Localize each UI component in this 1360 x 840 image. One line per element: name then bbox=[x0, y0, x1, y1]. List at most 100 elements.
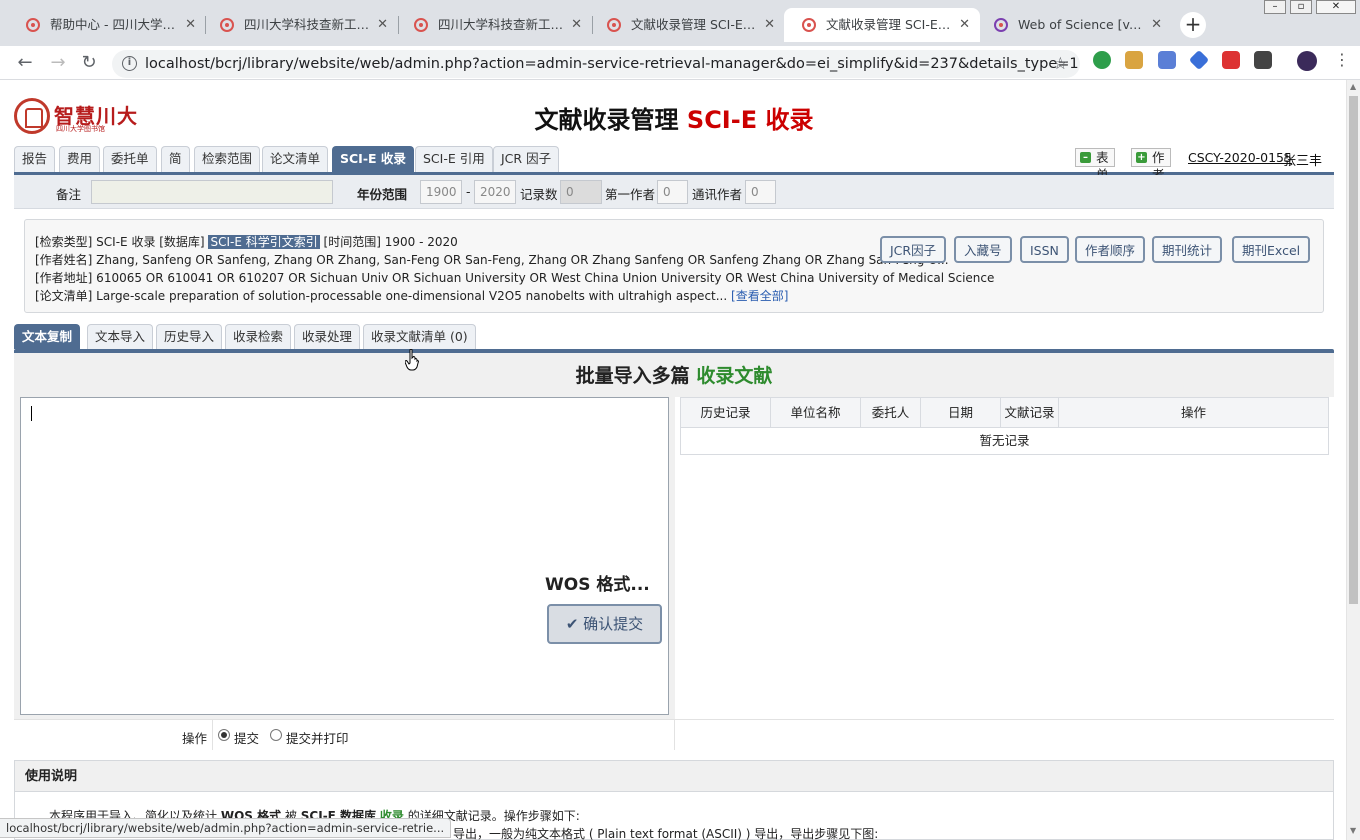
corresponding-author-input[interactable]: 0 bbox=[745, 180, 776, 204]
forward-icon[interactable]: → bbox=[47, 52, 69, 74]
first-author-input[interactable]: 0 bbox=[657, 180, 688, 204]
journal-excel-button[interactable]: 期刊Excel bbox=[1232, 236, 1311, 263]
tab-text-import[interactable]: 文本导入 bbox=[87, 324, 154, 349]
tab-text-copy[interactable]: 文本复制 bbox=[14, 324, 81, 349]
filter-bar: 备注 年份范围 1900 - 2020 记录数 0 第一作者 0 通讯作者 0 bbox=[14, 175, 1334, 209]
note-label: 备注 bbox=[56, 187, 82, 202]
form-button[interactable]: –表单 bbox=[1075, 148, 1115, 182]
note-input[interactable] bbox=[91, 180, 333, 204]
page-title: 文献收录管理 SCI-E 收录 bbox=[534, 106, 814, 134]
extension-icon[interactable] bbox=[1125, 51, 1143, 69]
close-tab-icon[interactable]: ✕ bbox=[571, 8, 582, 42]
tab-brief[interactable]: 简 bbox=[161, 146, 190, 172]
page-scrollbar[interactable]: ▲ ▼ bbox=[1346, 80, 1360, 840]
user-name: 张三丰 bbox=[1283, 154, 1323, 169]
evernote-extension-icon[interactable] bbox=[1093, 51, 1111, 69]
tab-inclusion-search[interactable]: 收录检索 bbox=[225, 324, 292, 349]
tab-jcr-factor[interactable]: JCR 因子 bbox=[493, 146, 560, 172]
back-icon[interactable]: ← bbox=[14, 52, 36, 74]
format-hint: WOS 格式... bbox=[545, 575, 650, 595]
info-icon[interactable]: i bbox=[122, 56, 137, 71]
tab-scie-citation[interactable]: SCI-E 引用 bbox=[415, 146, 493, 172]
close-tab-icon[interactable]: ✕ bbox=[959, 8, 970, 42]
browser-tab[interactable]: Web of Science [v.5.35] ✕ bbox=[976, 8, 1172, 42]
site-favicon-icon bbox=[26, 18, 40, 32]
submit-radio[interactable] bbox=[218, 729, 230, 741]
author-button[interactable]: +作者 bbox=[1131, 148, 1171, 182]
usage-line-2: 导出，一般为纯文本格式 ( Plain text format (ASCII) … bbox=[453, 827, 879, 840]
wos-favicon-icon bbox=[994, 18, 1008, 32]
year-to-input[interactable]: 2020 bbox=[474, 180, 516, 204]
tab-search-scope[interactable]: 检索范围 bbox=[194, 146, 261, 172]
panel-title: 批量导入多篇 收录文献 bbox=[575, 365, 773, 387]
tab-history-import[interactable]: 历史导入 bbox=[156, 324, 223, 349]
close-tab-icon[interactable]: ✕ bbox=[377, 8, 388, 42]
site-favicon-icon bbox=[607, 18, 621, 32]
new-tab-button[interactable]: + bbox=[1180, 12, 1206, 38]
profile-avatar[interactable] bbox=[1297, 51, 1317, 71]
scrollbar-thumb[interactable] bbox=[1349, 96, 1358, 604]
browser-tab[interactable]: 帮助中心 - 四川大学科技 ✕ bbox=[8, 8, 206, 42]
record-count-label: 记录数 bbox=[520, 187, 558, 202]
tab-commission[interactable]: 委托单 bbox=[103, 146, 157, 172]
year-from-input[interactable]: 1900 bbox=[420, 180, 462, 204]
tab-fees[interactable]: 费用 bbox=[59, 146, 101, 172]
calendar-extension-icon[interactable] bbox=[1158, 51, 1176, 69]
submit-radio-label[interactable]: 提交 bbox=[234, 728, 259, 747]
tab-report[interactable]: 报告 bbox=[14, 146, 56, 172]
accession-number-button[interactable]: 入藏号 bbox=[954, 236, 1012, 263]
case-code-link[interactable]: CSCY-2020-0155 bbox=[1188, 150, 1292, 165]
text-caret bbox=[31, 406, 32, 421]
site-favicon-icon bbox=[802, 18, 816, 32]
confirm-submit-button[interactable]: ✔ 确认提交 bbox=[547, 604, 662, 644]
col-date: 日期 bbox=[921, 398, 1001, 428]
view-all-link[interactable]: [查看全部] bbox=[731, 289, 788, 303]
usage-title: 使用说明 bbox=[15, 761, 1333, 792]
browser-tab[interactable]: 四川大学科技查新工作站 ✕ bbox=[202, 8, 398, 42]
tab-scie-inclusion[interactable]: SCI-E 收录 bbox=[332, 146, 414, 172]
journal-stats-button[interactable]: 期刊统计 bbox=[1152, 236, 1223, 263]
col-actions: 操作 bbox=[1180, 405, 1206, 420]
scroll-up-icon[interactable]: ▲ bbox=[1350, 82, 1356, 91]
bookmark-star-icon[interactable]: ☆ bbox=[1053, 54, 1068, 74]
url-text: localhost/bcrj/library/website/web/admin… bbox=[145, 56, 1079, 72]
close-tab-icon[interactable]: ✕ bbox=[764, 8, 775, 42]
info-line-papers: [论文清单] Large-scale preparation of soluti… bbox=[35, 289, 789, 303]
close-window-button[interactable]: ✕ bbox=[1316, 0, 1356, 14]
issn-button[interactable]: ISSN bbox=[1020, 236, 1069, 263]
tab-inclusion-process[interactable]: 收录处理 bbox=[294, 324, 361, 349]
col-unit: 单位名称 bbox=[771, 398, 861, 428]
minimize-button[interactable]: – bbox=[1264, 0, 1286, 14]
tab-paper-list[interactable]: 论文清单 bbox=[262, 146, 329, 172]
browser-tab-active[interactable]: 文献收录管理 SCI-E 收录 ✕ bbox=[784, 8, 980, 42]
author-order-button[interactable]: 作者顺序 bbox=[1075, 236, 1146, 263]
info-line-type: [检索类型] SCI-E 收录 [数据库] SCI-E 科学引文索引 [时间范围… bbox=[35, 235, 458, 249]
close-tab-icon[interactable]: ✕ bbox=[185, 8, 196, 42]
record-count-input[interactable]: 0 bbox=[560, 180, 602, 204]
records-textarea[interactable]: WOS 格式... ✔ 确认提交 bbox=[20, 397, 669, 715]
extension-icon[interactable] bbox=[1222, 51, 1240, 69]
browser-toolbar: ← → ↻ i localhost/bcrj/library/website/w… bbox=[0, 46, 1360, 80]
address-bar[interactable]: i localhost/bcrj/library/website/web/adm… bbox=[112, 50, 1080, 78]
browser-tab[interactable]: 四川大学科技查新工作站 ✕ bbox=[396, 8, 592, 42]
history-table: 历史记录 单位名称 委托人 日期 文献记录 操作 暂无记录 bbox=[680, 397, 1329, 455]
col-history: 历史记录 bbox=[681, 398, 771, 428]
reload-icon[interactable]: ↻ bbox=[78, 52, 100, 74]
batch-import-panel: 批量导入多篇 收录文献 WOS 格式... ✔ 确认提交 历史记录 单位名称 委… bbox=[14, 353, 1334, 750]
browser-tab[interactable]: 文献收录管理 SCI-E 收录 ✕ bbox=[589, 8, 785, 42]
selenium-extension-icon[interactable] bbox=[1254, 51, 1272, 69]
maximize-button[interactable]: ▫ bbox=[1290, 0, 1312, 14]
operation-label: 操作 bbox=[182, 731, 208, 746]
close-tab-icon[interactable]: ✕ bbox=[1151, 8, 1162, 42]
info-line-address: [作者地址] 610065 OR 610041 OR 610207 OR Sic… bbox=[35, 271, 995, 285]
submit-print-radio-label[interactable]: 提交并打印 bbox=[286, 728, 349, 747]
table-header: 历史记录 单位名称 委托人 日期 文献记录 操作 bbox=[681, 398, 1328, 428]
jcr-factor-button[interactable]: JCR因子 bbox=[880, 236, 947, 263]
tab-inclusion-list[interactable]: 收录文献清单 (0) bbox=[363, 324, 476, 349]
corresponding-author-label: 通讯作者 bbox=[692, 187, 743, 202]
col-client: 委托人 bbox=[861, 398, 921, 428]
menu-dots-icon[interactable]: ⋮ bbox=[1334, 51, 1350, 69]
scroll-down-icon[interactable]: ▼ bbox=[1350, 826, 1356, 835]
submit-print-radio[interactable] bbox=[270, 729, 282, 741]
hand-cursor-icon bbox=[405, 349, 419, 371]
